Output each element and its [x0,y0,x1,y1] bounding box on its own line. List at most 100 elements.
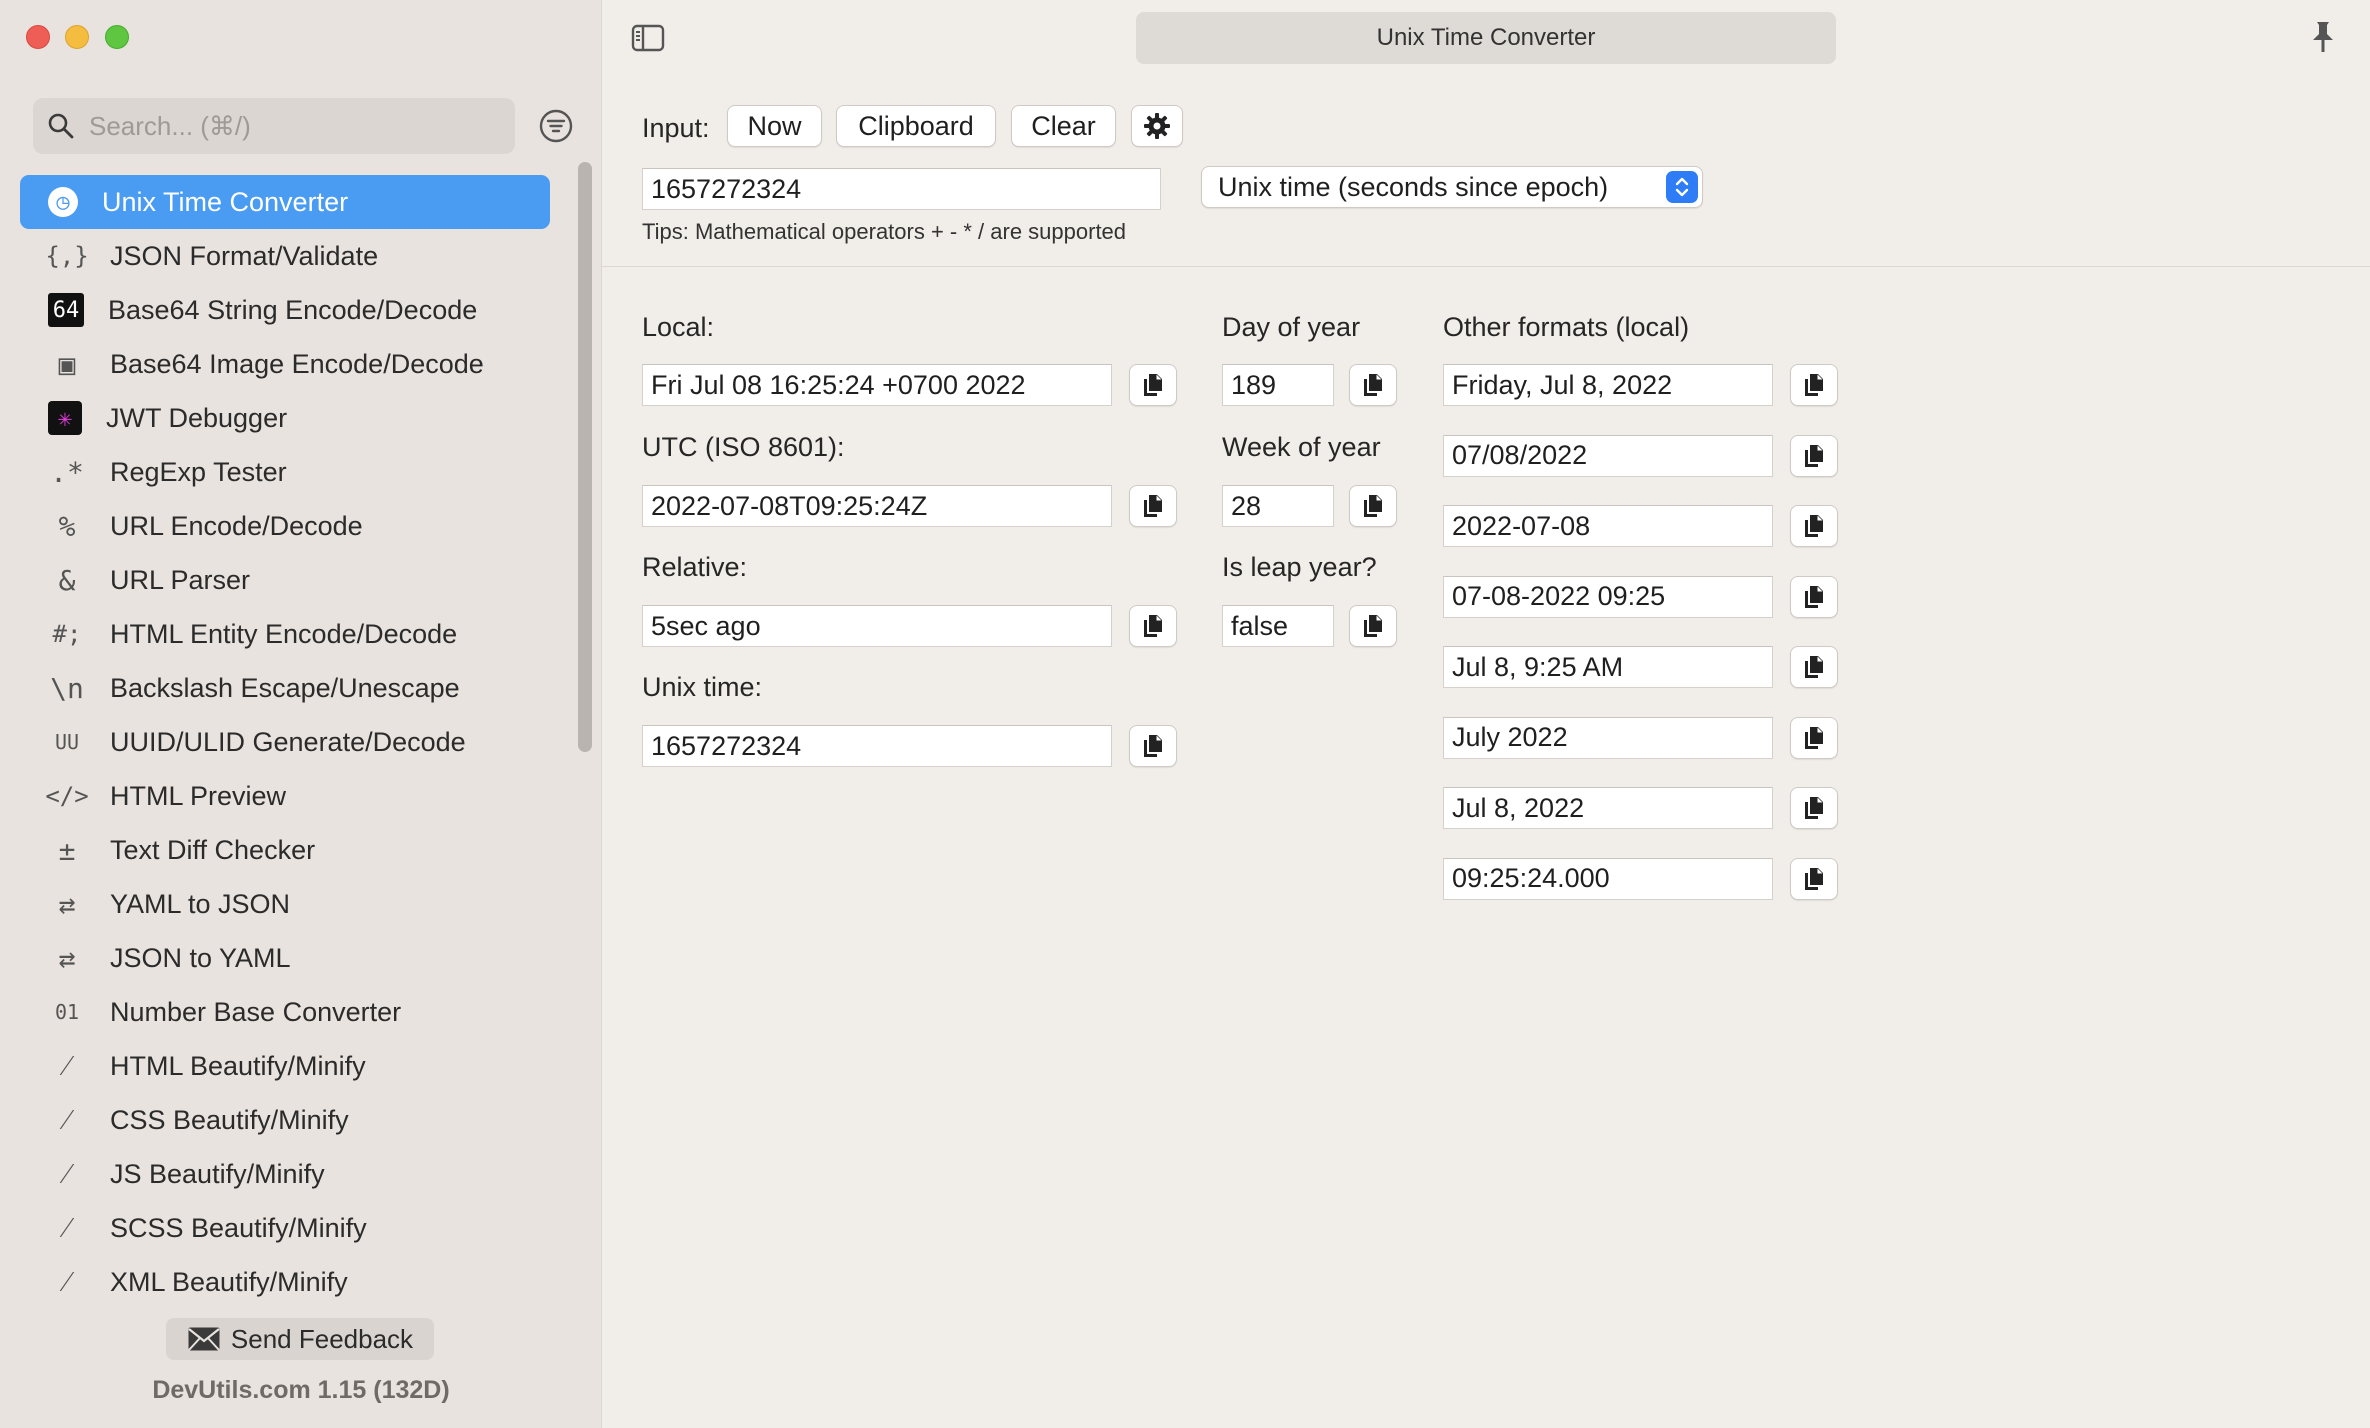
settings-button[interactable] [1131,105,1183,147]
search-box[interactable] [33,98,515,154]
copy-other-format-button[interactable] [1790,857,1838,900]
sidebar-item-base64-image-encode-decode[interactable]: ▣ Base64 Image Encode/Decode [20,337,550,391]
local-field[interactable]: Fri Jul 08 16:25:24 +0700 2022 [642,364,1112,406]
sidebar-item-xml-beautify-minify[interactable]: ⁄ XML Beautify/Minify [20,1255,550,1309]
percent-icon: % [58,509,76,543]
unix-time-field[interactable]: 1657272324 [642,725,1112,767]
sidebar-item-label: SCSS Beautify/Minify [110,1212,367,1243]
swap-icon: ⇄ [58,941,76,975]
relative-field[interactable]: 5sec ago [642,605,1112,647]
search-input[interactable] [89,110,489,142]
copy-other-format-button[interactable] [1790,575,1838,618]
input-label: Input: [642,113,710,143]
sidebar-item-url-parser[interactable]: & URL Parser [20,553,550,607]
window-title: Unix Time Converter [1136,12,1836,64]
sidebar-item-unix-time-converter[interactable]: ◷ Unix Time Converter [20,175,550,229]
jwt-icon: ✳ [48,401,82,435]
week-of-year-field[interactable]: 28 [1222,485,1334,527]
copy-other-format-button[interactable] [1790,505,1838,547]
other-format-field[interactable]: 09:25:24.000 [1443,857,1773,900]
copy-unix-time-button[interactable] [1129,725,1177,767]
clear-button[interactable]: Clear [1011,105,1116,147]
hash-icon: #; [52,620,82,648]
copy-day-of-year-button[interactable] [1349,364,1397,406]
version-label: DevUtils.com 1.15 (132D) [152,1376,450,1404]
local-label: Local: [642,312,715,342]
wand-icon: ⁄ [64,1211,70,1244]
sidebar-item-json-format-validate[interactable]: {,} JSON Format/Validate [20,229,550,283]
sidebar-item-label: UUID/ULID Generate/Decode [110,726,466,757]
relative-label: Relative: [642,552,748,582]
ampersand-icon: & [58,563,76,597]
sidebar-item-label: Unix Time Converter [102,186,349,217]
other-format-field[interactable]: 07/08/2022 [1443,434,1773,477]
search-icon [48,113,74,139]
tool-list: ◷ Unix Time Converter {,} JSON Format/Valid… [20,175,550,1309]
wand-icon: ⁄ [64,1103,70,1136]
sidebar-toggle-icon[interactable] [631,24,665,52]
section-divider [602,266,2370,267]
other-format-field[interactable]: 2022-07-08 [1443,505,1773,547]
leap-year-label: Is leap year? [1222,552,1377,582]
copy-icon [1364,495,1382,517]
sidebar-scrollbar[interactable] [578,162,592,752]
copy-icon [1364,615,1382,637]
sidebar-item-uuid-ulid-generate-decode[interactable]: UU UUID/ULID Generate/Decode [20,715,550,769]
pin-icon[interactable] [2308,20,2338,54]
copy-icon [1805,515,1823,537]
sidebar-item-yaml-to-json[interactable]: ⇄ YAML to JSON [20,877,550,931]
minimize-window-button[interactable] [65,25,89,49]
other-format-field[interactable]: Friday, Jul 8, 2022 [1443,364,1773,406]
other-format-field[interactable]: 07-08-2022 09:25 [1443,575,1773,618]
sidebar-item-js-beautify-minify[interactable]: ⁄ JS Beautify/Minify [20,1147,550,1201]
input-field[interactable]: 1657272324 [642,168,1161,210]
copy-other-format-button[interactable] [1790,646,1838,688]
send-feedback-button[interactable]: Send Feedback [166,1318,434,1360]
number-base-icon: 01 [54,1000,80,1024]
copy-leap-year-button[interactable] [1349,605,1397,647]
now-button[interactable]: Now [727,105,822,147]
copy-other-format-button[interactable] [1790,716,1838,759]
sidebar-item-jwt-debugger[interactable]: ✳ JWT Debugger [20,391,550,445]
other-format-field[interactable]: Jul 8, 9:25 AM [1443,646,1773,688]
sidebar-item-backslash-escape-unescape[interactable]: \n Backslash Escape/Unescape [20,661,550,715]
zoom-window-button[interactable] [105,25,129,49]
sidebar-item-regexp-tester[interactable]: .* RegExp Tester [20,445,550,499]
close-window-button[interactable] [26,25,50,49]
regex-icon: .* [50,455,84,489]
sidebar-item-label: CSS Beautify/Minify [110,1104,349,1135]
input-format-select[interactable]: Unix time (seconds since epoch) [1201,166,1703,208]
uuid-icon: UU [54,730,80,754]
sidebar-item-label: Text Diff Checker [110,834,316,865]
sidebar-item-scss-beautify-minify[interactable]: ⁄ SCSS Beautify/Minify [20,1201,550,1255]
sidebar-item-html-entity-encode-decode[interactable]: #; HTML Entity Encode/Decode [20,607,550,661]
filter-icon[interactable] [538,108,574,144]
copy-week-of-year-button[interactable] [1349,485,1397,527]
other-format-field[interactable]: Jul 8, 2022 [1443,787,1773,829]
sidebar-item-url-encode-decode[interactable]: % URL Encode/Decode [20,499,550,553]
sidebar-item-text-diff-checker[interactable]: ± Text Diff Checker [20,823,550,877]
utc-field[interactable]: 2022-07-08T09:25:24Z [642,485,1112,527]
sidebar-item-css-beautify-minify[interactable]: ⁄ CSS Beautify/Minify [20,1093,550,1147]
day-of-year-field[interactable]: 189 [1222,364,1334,406]
other-format-field[interactable]: July 2022 [1443,716,1773,759]
copy-other-format-button[interactable] [1790,434,1838,477]
copy-relative-button[interactable] [1129,605,1177,647]
sidebar-item-html-beautify-minify[interactable]: ⁄ HTML Beautify/Minify [20,1039,550,1093]
copy-other-format-button[interactable] [1790,787,1838,829]
copy-icon [1144,735,1162,757]
sidebar-item-base64-string-encode-decode[interactable]: 64 Base64 String Encode/Decode [20,283,550,337]
sidebar-item-html-preview[interactable]: </> HTML Preview [20,769,550,823]
sidebar-item-label: XML Beautify/Minify [110,1266,348,1297]
copy-other-format-button[interactable] [1790,364,1838,406]
sidebar-item-label: HTML Entity Encode/Decode [110,618,458,649]
sidebar-item-label: YAML to JSON [110,888,291,919]
copy-local-button[interactable] [1129,364,1177,406]
input-format-value: Unix time (seconds since epoch) [1218,171,1609,202]
sidebar-item-number-base-converter[interactable]: 01 Number Base Converter [20,985,550,1039]
sidebar-item-json-to-yaml[interactable]: ⇄ JSON to YAML [20,931,550,985]
clipboard-button[interactable]: Clipboard [836,105,996,147]
braces-icon: {,} [45,242,89,270]
leap-year-field[interactable]: false [1222,605,1334,647]
copy-utc-button[interactable] [1129,485,1177,527]
